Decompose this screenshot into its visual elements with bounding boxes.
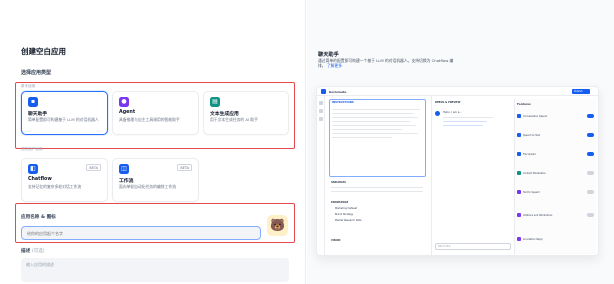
chatflow-icon: ◧ [28, 164, 38, 174]
preview-knowledge-label: KNOWLEDGE [331, 201, 349, 204]
feature-icon [517, 213, 521, 217]
preview-instructions-label: INSTRUCTIONS [332, 101, 354, 104]
feature-toggle [587, 133, 594, 137]
preview-chat-placeholder: Talk to Bot [438, 245, 451, 248]
feature-icon [517, 152, 521, 156]
preview-variables-label: VARIABLES [331, 181, 346, 184]
text-line [331, 191, 423, 193]
feature-item: Citations and Attributions [523, 214, 553, 217]
preview-header [317, 87, 598, 96]
text-line [443, 117, 493, 119]
preview-chat-greeting: Hello, I am a... [443, 111, 462, 114]
chat-bubble-icon: ▪ [28, 97, 38, 107]
dialog-title: 创建空白应用 [21, 47, 66, 56]
feature-icon [517, 237, 521, 241]
agent-robot-icon: ● [119, 97, 129, 107]
preview-description: 通过简单的配置即可构建一个基于 LLM 的对话机器人。支持切换为 Chatflo… [318, 58, 454, 69]
create-app-form: 创建空白应用 选择应用类型 新手适用 ▪ 聊天助手 简单配置即可构建基于 LLM… [0, 0, 306, 284]
feature-item: Conversation Opener [523, 115, 548, 118]
beta-badge: BETA [177, 164, 192, 171]
text-line [331, 187, 423, 189]
card-desc: 面向单轮自动化任务的编排工作流 [119, 184, 176, 189]
app-type-card-agent[interactable]: ● Agent 具备推理与自主工具调用的智能助手 [112, 91, 199, 135]
workflow-icon: ◫ [119, 164, 129, 174]
feature-icon [517, 190, 521, 194]
card-desc: 简单配置即可构建基于 LLM 的对话机器人 [28, 117, 99, 122]
card-desc: 支持记忆的复杂多轮对话工作流 [28, 184, 82, 189]
app-name-input[interactable] [21, 226, 261, 240]
preview-app-name: Dorismate [329, 90, 347, 94]
app-type-card-workflow[interactable]: ◫ BETA 工作流 面向单轮自动化任务的编排工作流 [112, 158, 199, 202]
feature-toggle [587, 152, 594, 156]
knowledge-item: Marketing Dataset [335, 207, 358, 210]
preview-debug-label: DEBUG & PREVIEW [435, 101, 461, 104]
card-title: 工作流 [119, 179, 134, 184]
text-line [443, 121, 487, 123]
app-type-label: 选择应用类型 [21, 70, 52, 76]
feature-item: Annotation Reply [523, 238, 543, 241]
feature-item: Speech to Text [523, 134, 540, 137]
feature-toggle [587, 190, 594, 194]
description-label: 描述 (可选) [21, 249, 45, 254]
card-title: Agent [119, 110, 136, 115]
feature-icon [517, 114, 521, 118]
card-desc: 具备推理与自主工具调用的智能助手 [119, 117, 180, 122]
nav-icon [319, 109, 323, 113]
document-icon: ▤ [210, 97, 220, 107]
app-icon-picker[interactable]: 🐻 [267, 215, 288, 236]
app-type-card-chatflow[interactable]: ◧ BETA Chatflow 支持记忆的复杂多轮对话工作流 [21, 158, 108, 202]
nav-icon [319, 117, 323, 121]
feature-toggle [587, 213, 594, 217]
knowledge-item: Brand Strategy [335, 213, 354, 216]
knowledge-item: Market Research Data [335, 219, 362, 222]
preview-title: 聊天助手 [318, 52, 339, 58]
app-logo-icon [321, 89, 326, 94]
learn-more-link[interactable]: 了解更多 [327, 63, 342, 68]
preview-features-panel [514, 99, 596, 254]
app-type-card-chatbot[interactable]: ▪ 聊天助手 简单配置即可构建基于 LLM 的对话机器人 [21, 91, 108, 135]
bot-avatar-icon [435, 111, 440, 116]
feature-toggle [587, 114, 594, 118]
card-title: Chatflow [28, 177, 52, 182]
description-textarea[interactable]: 输入应用的描述 [21, 258, 289, 282]
create-app-dialog: 创建空白应用 选择应用类型 新手适用 ▪ 聊天助手 简单配置即可构建基于 LLM… [0, 0, 614, 284]
text-line [443, 125, 483, 127]
nav-icon [319, 101, 323, 105]
feature-toggle [587, 171, 594, 175]
feature-icon [517, 133, 521, 137]
preview-publish-label: Publish [574, 90, 583, 93]
card-desc: 用于文本生成任务的 AI 助手 [210, 117, 258, 122]
beginner-group-label: 新手适用 [21, 84, 36, 88]
beta-badge: BETA [86, 164, 101, 171]
advanced-group-label: 进阶用户适用 [21, 147, 43, 151]
preview-screenshot: Dorismate Publish INSTRUCTIONS VARIABLES… [316, 86, 599, 256]
feature-item: Content Moderation [523, 172, 546, 175]
feature-item: File Upload [523, 153, 536, 156]
app-type-card-text-gen[interactable]: ▤ 文本生成应用 用于文本生成任务的 AI 助手 [203, 91, 289, 135]
divider [431, 96, 432, 255]
preview-vision-label: VISION [331, 239, 341, 242]
app-name-label: 应用名称 & 图标 [21, 215, 56, 220]
card-title: 聊天助手 [28, 112, 48, 117]
preview-features-label: Features [517, 102, 531, 106]
feature-item: Text to Speech [523, 191, 540, 194]
card-title: 文本生成应用 [210, 112, 239, 117]
feature-icon [517, 171, 521, 175]
